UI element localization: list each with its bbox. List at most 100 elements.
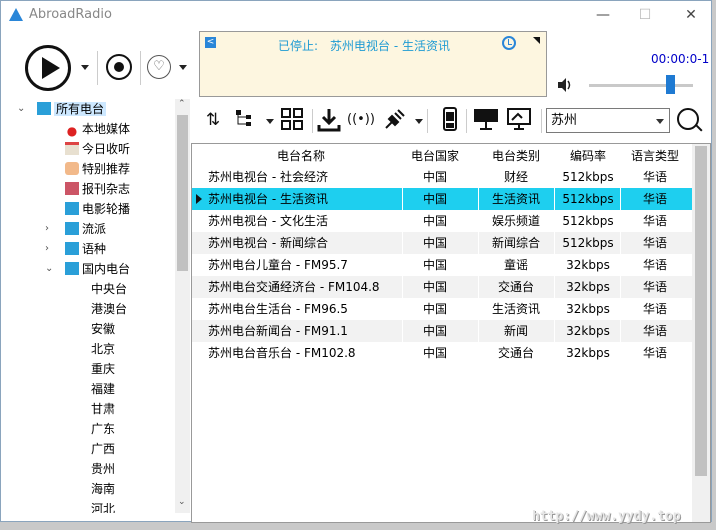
search-icon[interactable] — [677, 108, 699, 130]
column-divider — [554, 166, 555, 188]
tree-item-province[interactable]: 安徽 — [91, 319, 115, 339]
tree-item-province[interactable]: 重庆 — [91, 359, 115, 379]
table-row[interactable]: 苏州电视台 - 社会经济 中国 财经 512kbps 华语 — [192, 166, 692, 188]
column-divider — [478, 320, 479, 342]
mobile-phone-icon[interactable] — [437, 107, 463, 133]
tree-item-province[interactable]: 海南 — [91, 479, 115, 499]
table-row[interactable]: 苏州电台新闻台 - FM91.1 中国 新闻 32kbps 华语 — [192, 320, 692, 342]
column-divider — [554, 320, 555, 342]
tree-item-province[interactable]: 广东 — [91, 419, 115, 439]
column-header-country[interactable]: 电台国家 — [404, 147, 466, 164]
tree-item-province[interactable]: 北京 — [91, 339, 115, 359]
table-cell: 苏州电台生活台 - FM96.5 — [208, 302, 348, 316]
view-menu-chevron-down-icon[interactable] — [266, 119, 274, 124]
column-header-bitrate[interactable]: 编码率 — [556, 147, 620, 164]
tree-item-all-stations[interactable]: 所有电台 — [37, 99, 107, 119]
tree-item-languages[interactable]: 语种 — [65, 239, 106, 259]
column-divider — [402, 254, 403, 276]
column-divider — [554, 342, 555, 364]
tree-item-magazines[interactable]: 报刊杂志 — [65, 179, 130, 199]
column-divider — [402, 210, 403, 232]
tree-item-province[interactable]: 河北 — [91, 499, 115, 513]
sort-icon[interactable]: ⇅ — [200, 107, 226, 133]
play-menu-chevron-down-icon[interactable] — [81, 65, 89, 70]
table-cell: 生活资讯 — [491, 192, 540, 206]
watermark: http://www.yydy.top — [532, 509, 681, 524]
calendar-icon — [65, 142, 79, 155]
favorite-menu-chevron-down-icon[interactable] — [179, 65, 187, 70]
table-scrollbar[interactable] — [692, 144, 710, 522]
broadcast-icon[interactable]: ((•)) — [347, 107, 375, 133]
tree-item-province[interactable]: 福建 — [91, 379, 115, 399]
tree-item-province[interactable]: 中央台 — [91, 279, 127, 299]
share-icon[interactable]: < — [205, 37, 216, 48]
tree-item-local-media[interactable]: ● 本地媒体 — [65, 119, 130, 139]
title-bar[interactable]: AbroadRadio — ☐ ✕ — [1, 1, 711, 29]
table-row[interactable]: 苏州电台生活台 - FM96.5 中国 生活资讯 32kbps 华语 — [192, 298, 692, 320]
tree-item-province[interactable]: 贵州 — [91, 459, 115, 479]
table-cell: 512kbps — [562, 236, 614, 250]
tree-item-province[interactable]: 甘肃 — [91, 399, 115, 419]
disconnect-plug-icon[interactable] — [382, 107, 408, 133]
column-divider — [478, 276, 479, 298]
maximize-button[interactable]: ☐ — [634, 5, 656, 25]
divider — [140, 51, 141, 85]
column-header-name[interactable]: 电台名称 — [256, 147, 346, 164]
province-select[interactable]: 苏州 — [546, 108, 670, 133]
tree-item-domestic[interactable]: 国内电台 — [65, 259, 130, 279]
table-cell: 32kbps — [566, 302, 610, 316]
tree-scrollbar[interactable]: ⌃ ⌄ — [175, 99, 190, 513]
record-button[interactable] — [106, 54, 132, 80]
table-scrollbar-thumb[interactable] — [695, 146, 707, 476]
tree-view-icon[interactable] — [232, 107, 258, 133]
scroll-down-icon[interactable]: ⌄ — [178, 497, 186, 507]
tree-item-today[interactable]: 今日收听 — [65, 139, 130, 159]
table-cell: 中国 — [422, 346, 447, 360]
table-cell: 华语 — [642, 170, 667, 184]
volume-slider-thumb[interactable] — [666, 75, 676, 94]
table-row[interactable]: 苏州电台音乐台 - FM102.8 中国 交通台 32kbps 华语 — [192, 342, 692, 364]
column-header-language[interactable]: 语言类型 — [622, 147, 688, 164]
tree-scrollbar-thumb[interactable] — [177, 115, 188, 271]
chevron-down-icon[interactable]: ⌄ — [45, 263, 53, 274]
chevron-down-icon[interactable]: ⌄ — [17, 103, 25, 114]
volume-icon[interactable] — [557, 77, 573, 93]
table-cell: 中国 — [422, 192, 447, 206]
download-icon[interactable] — [316, 107, 342, 133]
scroll-up-icon[interactable]: ⌃ — [178, 99, 186, 109]
grid-view-icon[interactable] — [279, 107, 305, 133]
tree-item-province[interactable]: 港澳台 — [91, 299, 127, 319]
connection-menu-chevron-down-icon[interactable] — [415, 119, 423, 124]
tree-item-province[interactable]: 广西 — [91, 439, 115, 459]
table-cell: 华语 — [642, 258, 667, 272]
monitor-icon[interactable] — [506, 107, 532, 133]
tree-item-recommended[interactable]: 特别推荐 — [65, 159, 130, 179]
table-cell: 财经 — [503, 170, 528, 184]
tree-item-movies[interactable]: 电影轮播 — [65, 199, 130, 219]
table-header: 电台名称 电台国家 电台类别 编码率 语言类型 — [192, 144, 692, 166]
chevron-right-icon[interactable]: › — [45, 223, 49, 234]
close-button[interactable]: ✕ — [680, 5, 702, 25]
table-row[interactable]: 苏州电视台 - 生活资讯 中国 生活资讯 512kbps 华语 — [192, 188, 692, 210]
column-divider — [620, 210, 621, 232]
tree-item-genres[interactable]: 流派 — [65, 219, 106, 239]
table-row[interactable]: 苏州电视台 - 文化生活 中国 娱乐频道 512kbps 华语 — [192, 210, 692, 232]
table-cell: 新闻 — [503, 324, 528, 338]
column-divider — [554, 254, 555, 276]
column-divider — [402, 232, 403, 254]
favorite-button[interactable]: ♡ — [147, 55, 171, 79]
volume-slider-track[interactable] — [589, 84, 693, 87]
table-cell: 娱乐频道 — [491, 214, 540, 228]
clock-icon[interactable] — [502, 36, 516, 50]
play-button[interactable] — [25, 45, 71, 91]
column-header-category[interactable]: 电台类别 — [480, 147, 552, 164]
folder-icon — [37, 102, 51, 115]
chevron-right-icon[interactable]: › — [45, 243, 49, 254]
column-divider — [478, 188, 479, 210]
minimize-button[interactable]: — — [592, 5, 614, 25]
table-row[interactable]: 苏州电台交通经济台 - FM104.8 中国 交通台 32kbps 华语 — [192, 276, 692, 298]
table-row[interactable]: 苏州电视台 - 新闻综合 中国 新闻综合 512kbps 华语 — [192, 232, 692, 254]
column-divider — [620, 166, 621, 188]
table-row[interactable]: 苏州电台儿童台 - FM95.7 中国 童谣 32kbps 华语 — [192, 254, 692, 276]
projector-screen-icon[interactable] — [473, 107, 499, 133]
